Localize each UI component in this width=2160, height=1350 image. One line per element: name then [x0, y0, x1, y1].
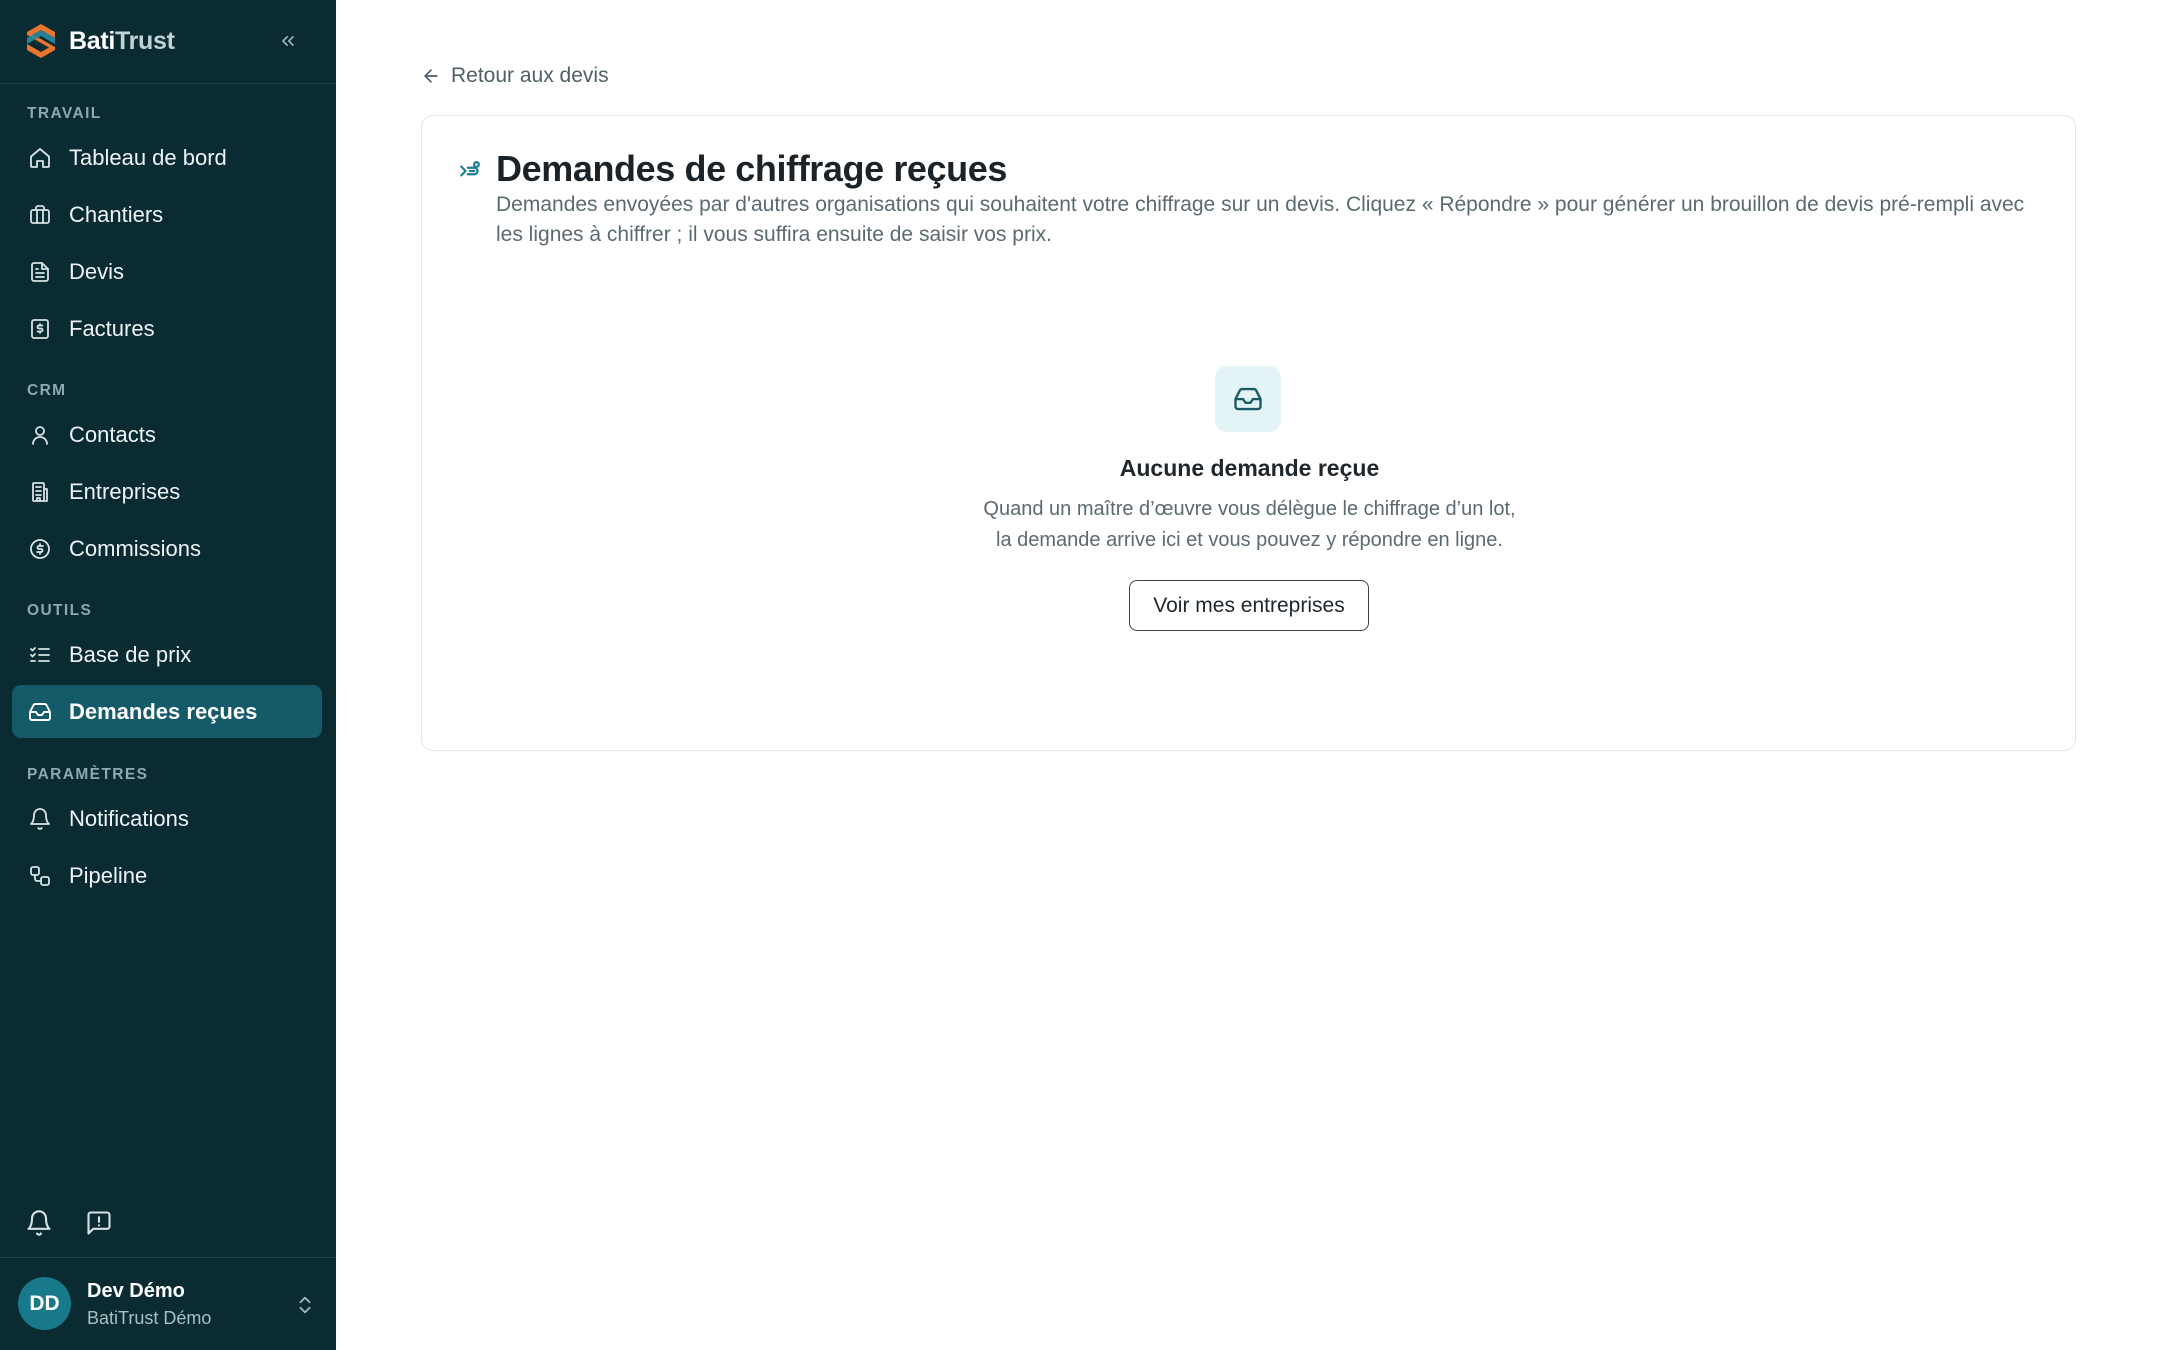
sidebar-item-label: Contacts: [69, 421, 156, 447]
sidebar-item-label: Demandes reçues: [69, 698, 258, 724]
avatar: DD: [18, 1277, 71, 1330]
inbox-icon: [29, 703, 51, 721]
list-check-icon: [30, 647, 50, 662]
chevrons-left-icon: [282, 36, 294, 47]
sidebar-item-label: Factures: [69, 315, 155, 341]
sidebar-item-base-de-prix[interactable]: Base de prix: [12, 628, 322, 681]
sidebar-item-label: Base de prix: [69, 641, 192, 667]
section-label-parametres: PARAMÈTRES: [27, 766, 149, 783]
inbox-icon: [1234, 387, 1262, 411]
user-organization: BatiTrust Démo: [87, 1308, 212, 1328]
sidebar-item-label: Tableau de bord: [69, 144, 227, 170]
back-link-label: Retour aux devis: [451, 64, 609, 87]
voir-mes-entreprises-button[interactable]: Voir mes entreprises: [1129, 580, 1369, 631]
back-to-devis-link[interactable]: Retour aux devis: [421, 62, 609, 90]
page-title: Demandes de chiffrage reçues: [496, 148, 1008, 189]
sidebar-item-devis[interactable]: Devis: [12, 245, 322, 298]
bell-icon: [27, 1210, 51, 1236]
empty-state-icon-badge: [1215, 366, 1281, 432]
briefcase-icon: [30, 205, 50, 224]
feedback-button[interactable]: [85, 1209, 113, 1237]
user-menu[interactable]: DD Dev Démo BatiTrust Démo: [0, 1257, 336, 1350]
batitrust-logo: [27, 24, 55, 58]
message-alert-icon: [87, 1211, 111, 1235]
empty-state-line-2: la demande arrive ici et vous pouvez y r…: [996, 529, 1503, 551]
sidebar-item-demandes-recues[interactable]: Demandes reçues: [12, 685, 322, 738]
bell-icon: [30, 808, 50, 830]
dollar-circle-icon: [30, 539, 50, 559]
sidebar-item-label: Pipeline: [69, 862, 148, 888]
document-icon: [31, 262, 49, 282]
workflow-icon: [30, 866, 50, 886]
sidebar-item-factures[interactable]: Factures: [12, 302, 322, 355]
sidebar-item-commissions[interactable]: Commissions: [12, 522, 322, 575]
user-name: Dev Démo: [87, 1280, 185, 1302]
section-label-travail: TRAVAIL: [27, 105, 102, 122]
sidebar-item-label: Chantiers: [69, 201, 164, 227]
chevrons-up-down-icon[interactable]: [294, 1292, 316, 1318]
hand-coins-icon: [460, 161, 480, 177]
sidebar-item-label: Commissions: [69, 535, 202, 561]
section-label-crm: CRM: [27, 382, 67, 399]
collapse-sidebar-button[interactable]: [274, 27, 302, 55]
sidebar-item-tableau-de-bord[interactable]: Tableau de bord: [12, 131, 322, 184]
empty-state-text: Quand un maître d’œuvre vous délègue le …: [422, 494, 2077, 556]
page-description: Demandes envoyées par d'autres organisat…: [496, 193, 2025, 246]
empty-state-title: Aucune demande reçue: [1119, 455, 1380, 481]
home-icon: [30, 148, 50, 168]
notifications-button[interactable]: [25, 1209, 53, 1237]
user-icon: [32, 426, 48, 445]
brand-header: BatiTrust: [0, 0, 336, 84]
brand-name: BatiTrust: [69, 27, 175, 55]
sidebar-item-label: Devis: [69, 258, 125, 284]
section-label-outils: OUTILS: [27, 602, 93, 619]
empty-state-line-1: Quand un maître d’œuvre vous délègue le …: [983, 498, 1516, 520]
arrow-left-icon: [424, 69, 438, 83]
sidebar-item-pipeline[interactable]: Pipeline: [12, 849, 322, 902]
requests-card: Demandes de chiffrage reçues Demandes en…: [421, 115, 2076, 751]
sidebar-item-label: Entreprises: [69, 478, 181, 504]
sidebar-item-contacts[interactable]: Contacts: [12, 408, 322, 461]
sidebar-footer-actions: [0, 1200, 336, 1244]
building-icon: [32, 482, 48, 502]
sidebar-item-label: Notifications: [69, 805, 189, 831]
sidebar: BatiTrust TRAVAIL Tableau de bord Chanti…: [0, 0, 336, 1350]
sidebar-item-notifications[interactable]: Notifications: [12, 792, 322, 845]
invoice-icon: [31, 319, 49, 339]
sidebar-item-chantiers[interactable]: Chantiers: [12, 188, 322, 241]
sidebar-item-entreprises[interactable]: Entreprises: [12, 465, 322, 518]
